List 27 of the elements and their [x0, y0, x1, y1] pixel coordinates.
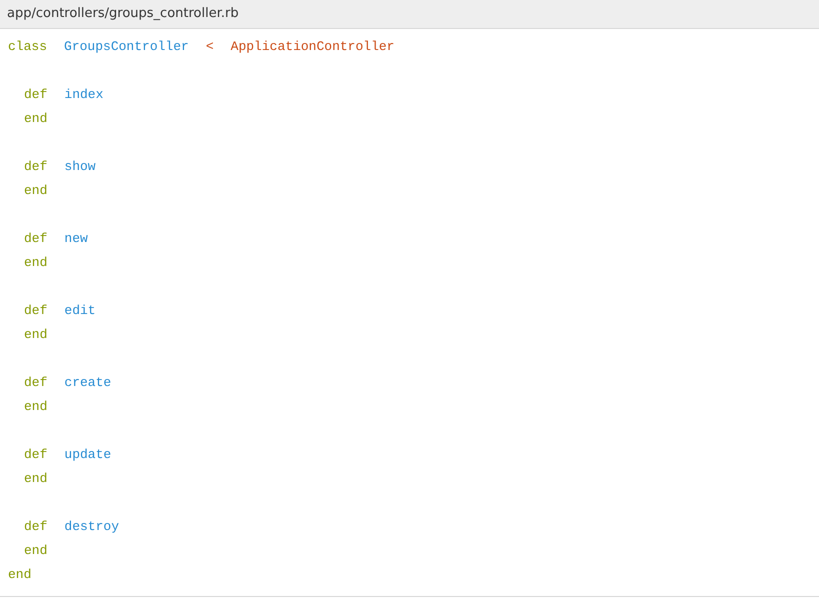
method-name: index	[64, 86, 104, 104]
keyword: end	[24, 398, 48, 416]
keyword: def	[24, 158, 48, 176]
keyword: class	[8, 38, 48, 56]
keyword: def	[24, 86, 48, 104]
method-name: new	[64, 230, 88, 248]
keyword: end	[24, 470, 48, 488]
keyword: def	[24, 518, 48, 536]
method-name: update	[64, 446, 112, 464]
keyword: end	[24, 110, 48, 128]
inheritance-operator: <	[206, 38, 214, 56]
keyword: end	[24, 542, 48, 560]
file-path: app/controllers/groups_controller.rb	[7, 5, 239, 24]
superclass-name: ApplicationController	[230, 38, 394, 56]
keyword: end	[24, 254, 48, 272]
keyword: def	[24, 446, 48, 464]
method-name: show	[64, 158, 96, 176]
class-name: GroupsController	[64, 38, 189, 56]
keyword: end	[8, 566, 32, 584]
keyword: def	[24, 230, 48, 248]
method-name: create	[64, 374, 112, 392]
method-name: edit	[64, 302, 96, 320]
method-name: destroy	[64, 518, 120, 536]
keyword: end	[24, 182, 48, 200]
keyword: def	[24, 302, 48, 320]
keyword: def	[24, 374, 48, 392]
keyword: end	[24, 326, 48, 344]
